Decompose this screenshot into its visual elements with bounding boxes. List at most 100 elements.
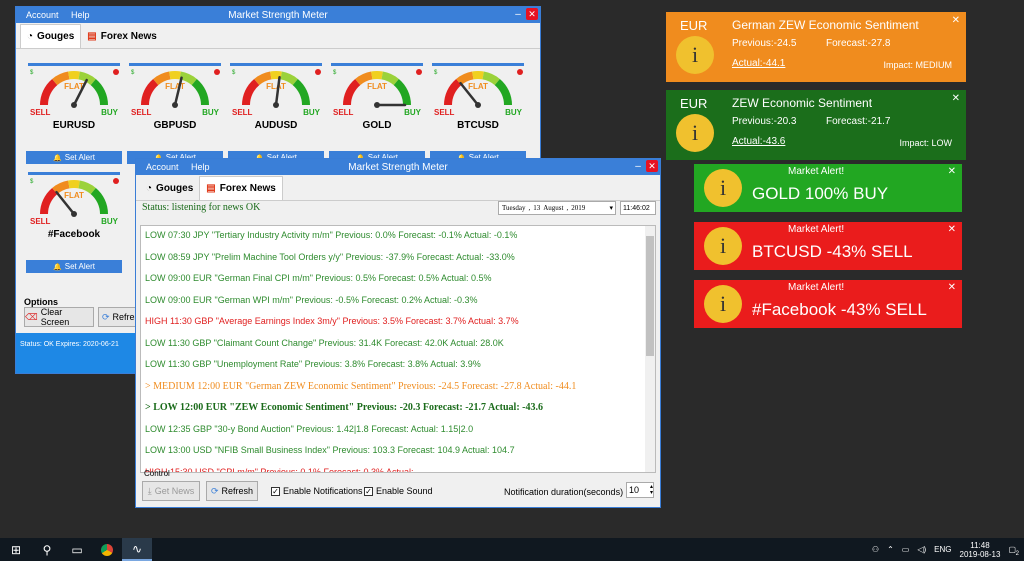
info-icon: i <box>676 36 714 74</box>
date-weekday: Tuesday <box>502 204 526 212</box>
refresh-button[interactable]: ⟳ Refresh <box>206 481 258 501</box>
gauge-buy-label: BUY <box>202 108 220 117</box>
set-alert-label: Set Alert <box>64 153 95 162</box>
menu-help[interactable]: Help <box>71 10 90 20</box>
refresh-label: Refresh <box>221 486 254 496</box>
tab-forex-news[interactable]: ▤ Forex News <box>81 24 163 48</box>
notification-duration-input[interactable]: 10 ▴ ▾ <box>626 482 654 498</box>
enable-notifications-checkbox[interactable]: ✓ Enable Notifications <box>271 486 363 496</box>
remove-gauge-icon[interactable] <box>113 69 119 75</box>
clear-screen-button[interactable]: ⌫ Clear Screen <box>24 307 94 327</box>
news-row[interactable]: > MEDIUM 12:00 EUR "German ZEW Economic … <box>145 381 576 392</box>
gauge: FLAT SELL BUY $ GOLD <box>329 63 425 131</box>
remove-gauge-icon[interactable] <box>517 69 523 75</box>
info-icon: i <box>704 285 742 323</box>
news-row[interactable]: LOW 08:59 JPY "Prelim Machine Tool Order… <box>145 252 515 262</box>
market-alert[interactable]: i Market Alert! ✕ BTCUSD -43% SELL <box>694 222 962 270</box>
clock[interactable]: 11:48 2019-08-13 <box>960 541 1001 559</box>
set-alert-button[interactable]: 🔔Set Alert <box>26 151 122 164</box>
minimize-icon[interactable]: – <box>632 160 644 172</box>
task-view-icon[interactable]: ▭ <box>62 538 92 561</box>
news-row[interactable]: LOW 12:35 GBP "30-y Bond Auction" Previo… <box>145 424 473 434</box>
tab-forex-news[interactable]: ▤ Forex News <box>199 176 283 200</box>
notification-impact: Impact: LOW <box>899 138 952 148</box>
close-icon[interactable]: ✕ <box>948 224 956 235</box>
remove-gauge-icon[interactable] <box>315 69 321 75</box>
people-icon[interactable]: ⚇ <box>872 545 879 554</box>
news-row[interactable]: LOW 09:00 EUR "German WPI m/m" Previous:… <box>145 295 478 305</box>
minimize-icon[interactable]: – <box>512 8 524 20</box>
info-icon: i <box>704 227 742 265</box>
clear-icon: ⌫ <box>25 311 38 322</box>
news-row[interactable]: LOW 11:30 GBP "Claimant Count Change" Pr… <box>145 338 504 348</box>
gauge-top-bar <box>230 63 322 66</box>
news-row[interactable]: LOW 11:30 GBP "Unemployment Rate" Previo… <box>145 359 481 369</box>
news-row[interactable]: HIGH 15:30 USD "CPI m/m" Previous: 0.1% … <box>145 467 414 473</box>
news-scrollbar[interactable] <box>645 226 655 472</box>
news-row[interactable]: LOW 13:00 USD "NFIB Small Business Index… <box>145 445 515 455</box>
chrome-icon[interactable] <box>92 538 122 561</box>
news-list[interactable]: LOW 07:30 JPY "Tertiary Industry Activit… <box>140 225 656 473</box>
volume-icon[interactable]: ◁) <box>917 545 926 554</box>
download-icon: ⤓ <box>147 485 152 496</box>
app-icon[interactable]: ∿ <box>122 538 152 561</box>
alert-message: GOLD 100% BUY <box>752 184 889 203</box>
gauge-hub <box>71 211 77 217</box>
notification-center-icon[interactable]: ▢ 2 <box>1008 545 1019 557</box>
remove-gauge-icon[interactable] <box>214 69 220 75</box>
news-notification[interactable]: EUR ZEW Economic Sentiment ✕ i Previous:-20.… <box>666 90 966 160</box>
menu-help[interactable]: Help <box>191 162 210 172</box>
tab-gouges[interactable]: ◔ Gouges <box>20 24 82 48</box>
menu-account[interactable]: Account <box>146 162 179 172</box>
window-title: Market Strength Meter <box>228 9 328 21</box>
get-news-button[interactable]: ⤓ Get News <box>142 481 200 501</box>
time-picker[interactable]: 11:46:02 <box>620 201 656 215</box>
gauge-symbol-label: GOLD <box>362 120 392 131</box>
close-icon[interactable]: ✕ <box>948 282 956 293</box>
enable-sound-checkbox[interactable]: ✓ Enable Sound <box>364 486 433 496</box>
close-icon[interactable]: ✕ <box>526 8 538 20</box>
gauge-buy-label: BUY <box>101 217 119 226</box>
menu-account[interactable]: Account <box>26 10 59 20</box>
chevron-up-icon[interactable]: ⌃ <box>887 545 894 554</box>
info-icon: i <box>704 169 742 207</box>
search-icon[interactable]: ⚲ <box>32 538 62 561</box>
windows-start-icon[interactable]: ⊞ <box>0 538 32 561</box>
front-window: Account Help Market Strength Meter – ✕ ◔… <box>135 158 661 508</box>
news-row[interactable]: LOW 07:30 JPY "Tertiary Industry Activit… <box>145 230 517 240</box>
checkbox-checked-icon: ✓ <box>364 486 373 496</box>
language-indicator[interactable]: ENG <box>934 545 951 554</box>
market-alert[interactable]: i Market Alert! ✕ #Facebook -43% SELL <box>694 280 962 328</box>
gauge-arc-segment <box>90 187 108 215</box>
remove-gauge-icon[interactable] <box>113 178 119 184</box>
system-tray: ⚇ ⌃ ▭ ◁) ENG 11:48 2019-08-13 ▢ 2 <box>872 538 1019 561</box>
refresh-icon: ⟳ <box>210 485 219 496</box>
market-alert[interactable]: i Market Alert! ✕ GOLD 100% BUY <box>694 164 962 212</box>
tab-gouges[interactable]: ◔ Gouges <box>140 176 199 200</box>
gauge-hub <box>71 102 77 108</box>
close-icon[interactable]: ✕ <box>948 166 956 177</box>
gauge-dial: FLAT SELL BUY $ <box>432 63 524 117</box>
set-alert-button[interactable]: 🔔Set Alert <box>26 260 122 273</box>
scroll-thumb[interactable] <box>646 236 654 356</box>
close-icon[interactable]: ✕ <box>952 93 960 104</box>
spinner-icon[interactable]: ▴ ▾ <box>650 484 653 496</box>
gauge-dial: FLAT SELL BUY $ <box>331 63 423 117</box>
network-icon[interactable]: ▭ <box>902 545 910 554</box>
close-icon[interactable]: ✕ <box>646 160 658 172</box>
back-titlebar: Account Help Market Strength Meter – ✕ <box>16 7 540 23</box>
close-icon[interactable]: ✕ <box>952 15 960 26</box>
dollar-icon: $ <box>30 179 34 185</box>
news-row[interactable]: > LOW 12:00 EUR "ZEW Economic Sentiment"… <box>145 402 543 413</box>
duration-value: 10 <box>629 485 640 495</box>
dollar-icon: $ <box>131 70 135 76</box>
news-row[interactable]: LOW 09:00 EUR "German Final CPI m/m" Pre… <box>145 273 492 283</box>
remove-gauge-icon[interactable] <box>416 69 422 75</box>
gauge-hub <box>374 102 380 108</box>
news-notification[interactable]: EUR German ZEW Economic Sentiment ✕ i Previo… <box>666 12 966 82</box>
date-month: August <box>543 204 564 212</box>
date-picker[interactable]: Tuesday, 13 August, 2019 ▾ <box>498 201 616 215</box>
alert-title: Market Alert! <box>788 282 845 293</box>
news-row[interactable]: HIGH 11:30 GBP "Average Earnings Index 3… <box>145 316 519 326</box>
gauge-symbol-label: EURUSD <box>52 120 96 131</box>
